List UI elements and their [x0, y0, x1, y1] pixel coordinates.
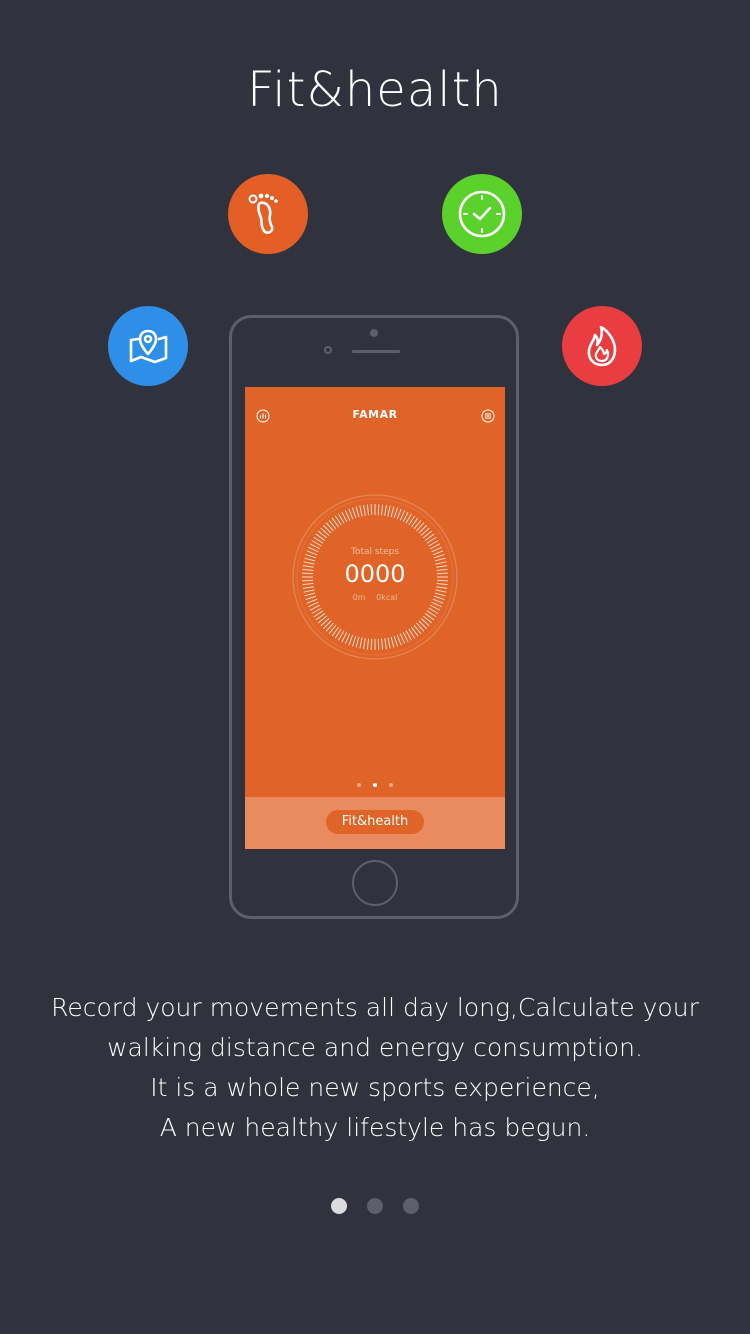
dial-tick [366, 504, 370, 516]
dial-tick [377, 504, 380, 516]
dial-tick [380, 638, 384, 650]
description-line: It is a whole new sports experience, [150, 1073, 600, 1102]
page-dot[interactable] [403, 1198, 419, 1214]
dial-tick [396, 634, 402, 646]
dial-tick [380, 504, 384, 516]
screen-dot [357, 783, 361, 787]
dial-tick [399, 510, 406, 521]
flame-feature-badge [562, 306, 642, 386]
description-line: walking distance and energy consumption. [107, 1033, 643, 1062]
app-header: FAMAR [245, 387, 505, 443]
total-steps-label: Total steps [350, 547, 400, 557]
dial-tick [431, 601, 442, 608]
phone-mockup: FAMAR Total steps 0000 0m 0kcal Fit&heal… [229, 315, 519, 919]
dial-tick [344, 510, 351, 521]
dial-tick [355, 506, 360, 518]
map-location-icon [129, 329, 168, 364]
app-title: FAMAR [352, 408, 398, 421]
dial-tick [387, 637, 391, 649]
dial-tick [303, 589, 315, 593]
dial-tick [370, 638, 373, 650]
page-indicator[interactable] [331, 1198, 419, 1214]
menu-icon[interactable] [481, 409, 495, 423]
distance-value: 0m [352, 593, 366, 602]
flame-icon [587, 325, 617, 367]
page-title: Fit&health [247, 62, 503, 118]
footprint-feature-badge [228, 174, 308, 254]
page-dot[interactable] [331, 1198, 347, 1214]
screen-carousel-dots [357, 781, 393, 789]
calories-value: 0kcal [376, 593, 398, 602]
total-steps-value: 0000 [344, 560, 406, 588]
dial-tick [390, 636, 395, 648]
dial-tick [387, 505, 391, 517]
clock-feature-badge [442, 174, 522, 254]
footprint-icon [248, 193, 278, 234]
dial-tick [351, 507, 357, 519]
phone-home-button [352, 860, 398, 906]
screen-dot [389, 783, 393, 787]
dial-tick [348, 634, 354, 646]
screen-footer: Fit&health [245, 797, 505, 849]
description: Record your movements all day long,Calcu… [0, 988, 750, 1148]
dial-tick [393, 635, 399, 647]
dial-tick [390, 506, 395, 518]
dial-tick [359, 505, 363, 517]
dial-tick [344, 633, 351, 644]
dial-tick [348, 508, 354, 520]
map-feature-badge [108, 306, 188, 386]
screen-dot [373, 783, 377, 787]
dial-tick [355, 636, 360, 648]
phone-camera [370, 329, 378, 337]
dial-tick [399, 633, 406, 644]
dial-tick [363, 638, 366, 650]
dial-tick [370, 504, 373, 516]
phone-screen: FAMAR Total steps 0000 0m 0kcal Fit&heal… [245, 387, 505, 849]
dial-tick [351, 635, 357, 647]
dial-tick [384, 504, 387, 516]
dial-tick [363, 504, 366, 516]
fit-health-button[interactable]: Fit&health [326, 810, 424, 834]
dial-tick [377, 638, 380, 650]
steps-summary: 0m 0kcal [245, 593, 505, 602]
dial-tick [366, 638, 370, 650]
page-dot[interactable] [367, 1198, 383, 1214]
phone-speaker [352, 350, 400, 353]
description-line: Record your movements all day long,Calcu… [51, 993, 699, 1022]
dial-tick [359, 637, 363, 649]
clock-icon [458, 190, 506, 238]
dial-tick [308, 601, 319, 608]
dial-tick [384, 638, 387, 650]
description-line: A new healthy lifestyle has begun. [159, 1113, 591, 1142]
dial-tick [435, 589, 447, 593]
dial-tick [393, 507, 399, 519]
phone-sensor [324, 346, 332, 354]
dial-tick [396, 508, 402, 520]
